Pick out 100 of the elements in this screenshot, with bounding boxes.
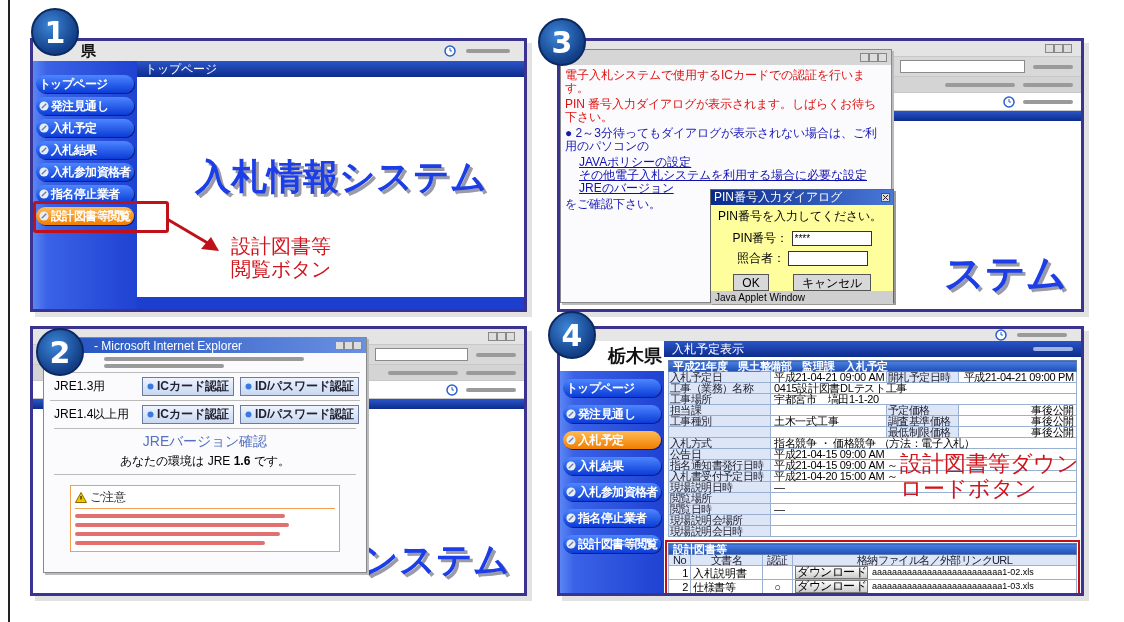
window-controls-icon — [335, 341, 363, 350]
auth-button[interactable]: ID/パスワード認証 — [240, 405, 360, 424]
callout-text: 設計図書等 閲覧ボタン — [231, 235, 331, 281]
cell-value: 指名競争 ・ 価格競争 （方法：電子入札） — [773, 438, 975, 448]
row-label: 公告日 — [668, 448, 771, 460]
cell-value: 宇都宮市 塙田1-1-20 — [773, 394, 879, 404]
circle-icon — [39, 123, 49, 133]
sidebar-item[interactable]: 入札参加資格者 — [563, 483, 661, 501]
help-link[interactable]: JAVAポリシーの設定 — [579, 156, 887, 169]
row-label: 工事（業務）名称 — [668, 382, 771, 394]
circle-icon — [39, 101, 49, 111]
sidebar-item[interactable]: 入札結果 — [36, 141, 134, 159]
help-link[interactable]: その他電子入札システムを利用する場合に必要な設定 — [579, 169, 887, 182]
callout-arrow — [165, 217, 221, 253]
prefecture-logo: 県 — [81, 42, 96, 61]
cell-value: — — [773, 504, 785, 514]
prefecture-logo: 栃木県 — [608, 345, 662, 368]
row-label: 入札方式 — [668, 437, 771, 449]
sidebar-item[interactable]: トップページ — [563, 379, 661, 397]
sidebar-item[interactable]: 入札予定 — [36, 119, 134, 137]
circle-icon — [39, 211, 49, 221]
system-title: ステム — [944, 250, 1067, 297]
row-label: 現場説明会場所 — [668, 514, 771, 526]
illegible-text — [1033, 64, 1073, 69]
sidebar-item[interactable]: 指名停止業者 — [563, 509, 661, 527]
environment-text: あなたの環境は JRE 1.6 です。 — [54, 453, 356, 475]
row-label: 閲覧場所 — [668, 492, 771, 504]
row-label: 工事種別 — [668, 415, 771, 427]
illegible-text — [1017, 333, 1067, 337]
warning-title: ご注意 — [90, 489, 126, 506]
circle-icon — [566, 461, 576, 471]
row-label: 最低制限価格 — [886, 426, 959, 438]
dialog-button[interactable]: OK — [733, 274, 769, 291]
illegible-text — [1023, 82, 1073, 87]
sidebar-item[interactable]: 入札参加資格者 — [36, 163, 134, 181]
notice-text: 電子入札システムで使用するICカードでの認証を行います。 — [565, 69, 866, 95]
address-field[interactable] — [375, 348, 468, 361]
dot-icon — [245, 383, 252, 390]
row-label: 現場説明会日時 — [668, 525, 771, 537]
cell-value: 平成21-04-20 15:00 AM ～ — [773, 471, 898, 481]
table-cell: 平成21-04-21 09:00 PM — [958, 371, 1077, 383]
sidebar-item[interactable]: 発注見通し — [563, 405, 661, 423]
cell-value: 平成21-04-21 09:00 AM — [774, 372, 885, 382]
row-label: 指名通知書発行日時 — [668, 459, 771, 471]
window-title: - Microsoft Internet Explorer — [94, 338, 243, 353]
download-button[interactable]: ダウンロード — [795, 580, 868, 593]
sidebar-item[interactable]: 設計図書等閲覧 — [563, 535, 661, 553]
column-header: 文書名 — [690, 554, 763, 566]
clock-icon — [444, 45, 456, 57]
dot-icon — [147, 411, 154, 418]
cell-value: — — [773, 482, 785, 492]
auth-button[interactable]: ID/パスワード認証 — [240, 377, 360, 396]
cell-value: 平成21-04-15 09:00 AM — [773, 449, 885, 459]
table-cell: 事後公開 — [958, 404, 1077, 416]
sidebar-item[interactable]: トップページ — [36, 75, 134, 93]
system-title: ンステム — [362, 537, 510, 581]
clock-icon — [995, 329, 1007, 341]
sidebar-item[interactable]: 入札結果 — [563, 457, 661, 475]
file-name: aaaaaaaaaaaaaaaaaaaaaaaaaa1-03.xls — [872, 581, 1034, 592]
step-number-badge: 3 — [538, 18, 586, 66]
close-icon — [881, 193, 890, 202]
applet-status: Java Applet Window — [711, 291, 893, 304]
row-label: JRE1.4以上用 — [54, 406, 131, 423]
dialog-prompt: PIN番号を入力してください。 — [717, 208, 882, 225]
circle-icon — [566, 435, 576, 445]
cell-value: 0415設計図書DLテスト工事 — [773, 383, 908, 393]
download-button[interactable]: ダウンロード — [795, 566, 868, 579]
illegible-text — [466, 49, 510, 53]
row-label: 開札予定日時 — [886, 371, 959, 383]
step-number-badge: 4 — [548, 311, 596, 359]
dialog-button[interactable]: キャンセル — [792, 274, 871, 291]
row-label: 閲覧日時 — [668, 503, 771, 515]
hint-text: ● 2～3分待ってもダイアログが表示されない場合は、ご利用のパソコンの — [565, 127, 878, 153]
circle-icon — [566, 487, 576, 497]
field-label: PIN番号： — [732, 230, 789, 247]
column-header: 格納ファイル名／外部リンクURL — [792, 554, 1077, 566]
input-field[interactable] — [787, 251, 868, 266]
field-label: 照合者： — [736, 250, 785, 267]
window-controls-icon — [488, 332, 516, 341]
cell-value: 平成21-04-15 09:00 AM ～ — [773, 460, 898, 470]
illegible-text — [476, 352, 516, 357]
row-label: 現場説明日時 — [668, 481, 771, 493]
illegible-text — [388, 370, 458, 375]
row-label: 調査基準価格 — [886, 415, 959, 427]
sidebar-item[interactable]: 発注見通し — [36, 97, 134, 115]
page-heading: トップページ — [145, 60, 217, 78]
auth-button[interactable]: ICカード認証 — [142, 405, 234, 424]
input-field[interactable]: **** — [791, 231, 872, 246]
row-label: JRE1.3用 — [54, 378, 107, 395]
auth-button[interactable]: ICカード認証 — [142, 377, 234, 396]
circle-icon — [39, 167, 49, 177]
system-title: 入札情報システム — [194, 155, 487, 199]
table-title: 平成21年度 県土整備部 監理課 入札予定 — [668, 360, 1077, 372]
dot-icon — [245, 411, 252, 418]
illegible-text — [466, 370, 516, 375]
cell-value: 土木一式工事 — [773, 416, 839, 426]
address-field[interactable] — [900, 60, 1025, 73]
table-title: 設計図書等 — [668, 543, 1077, 555]
table-cell: 事後公開 — [958, 426, 1077, 438]
circle-icon — [39, 145, 49, 155]
